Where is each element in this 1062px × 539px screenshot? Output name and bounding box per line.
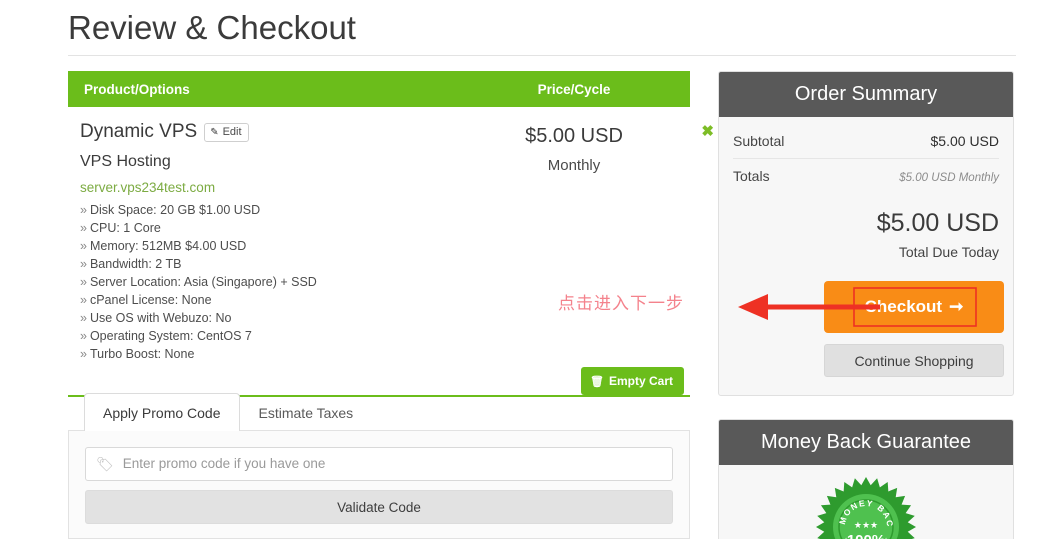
product-domain-link[interactable]: server.vps234test.com xyxy=(80,179,474,197)
money-back-badge-container: MONEY BACK ★★★ 100% ★ ★ xyxy=(719,465,1013,539)
summary-row-totals: Totals $5.00 USD Monthly xyxy=(733,159,999,193)
cart-table: Product/Options Price/Cycle Dynamic VPS … xyxy=(68,71,714,397)
checkout-button-label: Checkout xyxy=(864,297,943,316)
checkout-page: Review & Checkout Product/Options Price/… xyxy=(0,0,1062,539)
list-item: » Disk Space: 20 GB $1.00 USD xyxy=(80,201,474,219)
page-title: Review & Checkout xyxy=(68,9,356,46)
product-category: VPS Hosting xyxy=(80,153,171,170)
spec-text: Memory: 512MB $4.00 USD xyxy=(89,239,247,253)
edit-button-label: Edit xyxy=(222,125,242,138)
list-item: » Turbo Boost: None xyxy=(80,345,474,363)
money-back-seal-icon: MONEY BACK ★★★ 100% ★ ★ xyxy=(814,475,916,539)
spec-text: cPanel License: None xyxy=(89,293,212,307)
checkout-button[interactable]: Checkout ➞ xyxy=(824,281,1004,333)
column-header-price: Price/Cycle xyxy=(537,81,611,97)
order-summary-title: Order Summary xyxy=(719,72,1013,117)
spec-text: Turbo Boost: None xyxy=(89,347,195,361)
bullet-icon: » xyxy=(80,311,87,325)
close-x-icon[interactable]: ✖ xyxy=(701,123,714,141)
bullet-icon: » xyxy=(80,203,87,217)
summary-value: $5.00 USD Monthly xyxy=(899,172,999,184)
validate-code-button[interactable]: Validate Code xyxy=(85,490,673,524)
pencil-icon: ✎ xyxy=(210,126,219,138)
list-item: » Memory: 512MB $4.00 USD xyxy=(80,237,474,255)
summary-label: Subtotal xyxy=(733,133,785,149)
edit-product-button[interactable]: ✎ Edit xyxy=(204,122,249,142)
spec-text: Bandwidth: 2 TB xyxy=(89,257,182,271)
spec-text: CPU: 1 Core xyxy=(89,221,161,235)
list-item: » Operating System: CentOS 7 xyxy=(80,327,474,345)
list-item: » Use OS with Webuzo: No xyxy=(80,309,474,327)
item-billing-cycle: Monthly xyxy=(547,157,601,174)
promo-code-input[interactable]: 🏷 Enter promo code if you have one xyxy=(85,447,673,481)
product-name: Dynamic VPS xyxy=(80,121,198,142)
bullet-icon: » xyxy=(80,239,87,253)
total-due-label: Total Due Today xyxy=(898,244,999,260)
bullet-icon: » xyxy=(80,347,87,361)
bullet-icon: » xyxy=(80,329,87,343)
summary-row-subtotal: Subtotal $5.00 USD xyxy=(733,129,999,159)
bullet-icon: » xyxy=(80,221,87,235)
list-item: » CPU: 1 Core xyxy=(80,219,474,237)
cart-table-header: Product/Options Price/Cycle xyxy=(68,71,690,107)
empty-cart-label: Empty Cart xyxy=(608,374,673,388)
cart-item-price: $5.00 USD Monthly ✖ xyxy=(474,119,714,363)
annotation-text: 点击进入下一步 xyxy=(558,294,684,313)
arrow-right-icon: ➞ xyxy=(949,297,964,316)
badge-stars: ★★★ xyxy=(854,520,878,530)
summary-label: Totals xyxy=(733,168,770,184)
badge-percent: 100% xyxy=(847,532,885,539)
spec-text: Server Location: Asia (Singapore) + SSD xyxy=(89,275,317,289)
trash-icon: 🗑 xyxy=(590,375,604,388)
bullet-icon: » xyxy=(80,257,87,271)
spec-text: Operating System: CentOS 7 xyxy=(89,329,252,343)
list-item: » Server Location: Asia (Singapore) + SSD xyxy=(80,273,474,291)
product-name-row: Dynamic VPS ✎ Edit xyxy=(80,119,474,145)
column-header-product: Product/Options xyxy=(84,81,190,97)
spec-text: Disk Space: 20 GB $1.00 USD xyxy=(89,203,261,217)
bullet-icon: » xyxy=(80,275,87,289)
tab-estimate-taxes[interactable]: Estimate Taxes xyxy=(240,393,373,431)
total-due-amount: $5.00 USD xyxy=(876,209,999,237)
order-summary-body: Subtotal $5.00 USD Totals $5.00 USD Mont… xyxy=(719,117,1013,276)
bullet-icon: » xyxy=(80,293,87,307)
cart-item-row: Dynamic VPS ✎ Edit VPS Hosting server.vp… xyxy=(68,107,714,397)
summary-value: $5.00 USD xyxy=(930,133,999,149)
item-price-amount: $5.00 USD xyxy=(525,125,623,147)
list-item: » cPanel License: None xyxy=(80,291,474,309)
title-divider xyxy=(68,55,1016,56)
money-back-guarantee-panel: Money Back Guarantee MONEY BACK ★★★ 100%… xyxy=(718,419,1014,539)
promo-tabs: Apply Promo Code Estimate Taxes xyxy=(84,393,372,431)
list-item: » Bandwidth: 2 TB xyxy=(80,255,474,273)
continue-shopping-button[interactable]: Continue Shopping xyxy=(824,344,1004,377)
cart-item-details: Dynamic VPS ✎ Edit VPS Hosting server.vp… xyxy=(80,119,474,363)
empty-cart-button[interactable]: 🗑 Empty Cart xyxy=(581,367,684,395)
promo-code-placeholder: Enter promo code if you have one xyxy=(122,456,326,471)
tag-icon: 🏷 xyxy=(96,455,114,472)
promo-code-panel: 🏷 Enter promo code if you have one Valid… xyxy=(68,430,690,539)
tab-apply-promo-code[interactable]: Apply Promo Code xyxy=(84,393,240,431)
spec-text: Use OS with Webuzo: No xyxy=(89,311,232,325)
product-spec-list: » Disk Space: 20 GB $1.00 USD » CPU: 1 Cor… xyxy=(80,201,474,363)
money-back-title: Money Back Guarantee xyxy=(719,420,1013,465)
